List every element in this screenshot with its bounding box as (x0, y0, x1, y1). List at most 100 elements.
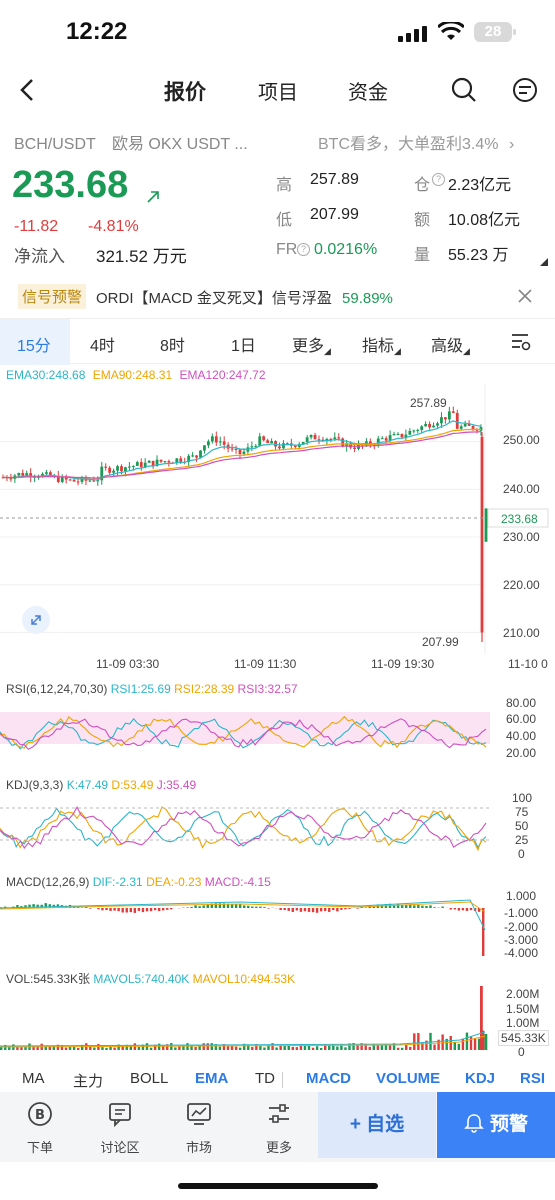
low-marker: 207.99 (422, 635, 459, 649)
search-icon[interactable] (450, 76, 478, 104)
status-bar: 12:22 28 (0, 0, 555, 64)
macd-bar (425, 905, 428, 908)
candle-body (440, 417, 443, 424)
tf-advanced-label: 高级 (431, 338, 464, 355)
chart-settings-icon[interactable] (510, 332, 532, 352)
signal-alert-bar[interactable]: 信号预警 ORDI【MACD 金叉死叉】信号浮盈 59.89% (0, 282, 555, 312)
macd-bar (299, 908, 303, 912)
macd-bar (307, 908, 311, 912)
nav-discussion-label: 讨论区 (100, 1140, 140, 1155)
tab-funds[interactable]: 资金 (348, 76, 388, 105)
fr-value: 0.0216% (314, 241, 378, 258)
macd-panel[interactable] (0, 890, 555, 962)
ind-tab-main[interactable]: 主力 (73, 1070, 103, 1091)
ind-tab-macd[interactable]: MACD (306, 1070, 351, 1087)
macd-bar (267, 908, 270, 909)
rsi3-label: RSI3:32.57 (237, 682, 298, 696)
chat-menu-icon[interactable] (510, 76, 540, 104)
volume-bar (291, 1046, 294, 1050)
tf-8h[interactable]: 8时 (160, 332, 185, 356)
volume-bar (473, 1037, 477, 1050)
macd-bar (89, 908, 92, 909)
status-time: 12:22 (66, 18, 128, 45)
turnover-label: 额 (414, 212, 431, 229)
nav-discussion[interactable]: 讨论区 (92, 1100, 148, 1156)
ind-tab-kdj[interactable]: KDJ (465, 1070, 495, 1087)
ind-tab-td[interactable]: TD (255, 1070, 275, 1087)
volume-bar (194, 1047, 197, 1050)
tf-more[interactable]: 更多◢ (292, 332, 331, 357)
candle-body (480, 436, 484, 633)
ind-tab-rsi[interactable]: RSI (520, 1070, 545, 1087)
macd-bar (170, 908, 173, 910)
tab-project[interactable]: 项目 (258, 76, 298, 105)
ema-line (2, 420, 482, 481)
macd-bar (149, 908, 153, 912)
pair-line[interactable]: BCH/USDT 欧易 OKX USDT ... (14, 130, 248, 154)
tf-indicators-label: 指标 (362, 338, 395, 355)
back-icon[interactable] (18, 78, 38, 102)
candle-body (203, 445, 206, 451)
candle-body (72, 479, 76, 482)
tab-quote[interactable]: 报价 (164, 76, 206, 106)
candle-body (131, 465, 135, 467)
last-price: 233.68 (12, 164, 129, 206)
volume-bar (453, 1041, 456, 1050)
chat-bubble-icon (109, 1103, 131, 1128)
macd-bar (315, 908, 319, 913)
time-axis-label: 11-09 11:30 (234, 657, 297, 671)
volume-panel[interactable] (0, 984, 555, 1054)
candle-body (463, 423, 467, 427)
volume-bar (400, 1047, 404, 1050)
candle-body (108, 467, 112, 473)
macd-legend: MACD(12,26,9) DIF:-2.31 DEA:-0.23 MACD:-… (6, 875, 271, 889)
current-price-tag-text: 233.68 (501, 512, 538, 526)
price-alert-button[interactable]: 预警 (437, 1092, 555, 1158)
candlestick-chart[interactable] (0, 384, 555, 654)
macd-bar (97, 908, 100, 910)
macd-bar (186, 907, 189, 908)
ind-tab-ema[interactable]: EMA (195, 1070, 228, 1087)
kdj-j-label: J:35.49 (156, 778, 197, 792)
news-ticker[interactable]: BTC看多，大单盈利3.4% › (318, 130, 514, 154)
price-axis-label: 210.00 (503, 626, 540, 640)
indicator-tabs: MA 主力 BOLL EMA TD MACD VOLUME KDJ RSI (0, 1066, 555, 1092)
candle-body (17, 472, 21, 476)
rsi-panel[interactable] (0, 698, 555, 768)
volume-bar (413, 1033, 416, 1050)
candle-body (179, 458, 183, 462)
macd-bar (421, 905, 424, 908)
ind-tab-ma[interactable]: MA (22, 1070, 45, 1087)
tf-advanced[interactable]: 高级◢ (431, 332, 470, 357)
help-icon[interactable]: ? (297, 243, 310, 256)
bell-icon (464, 1114, 484, 1133)
macd-bar (482, 908, 485, 956)
fullscreen-button[interactable] (22, 606, 50, 634)
ind-tab-boll[interactable]: BOLL (130, 1070, 168, 1087)
tf-indicators[interactable]: 指标◢ (362, 332, 401, 357)
tf-15m[interactable]: 15分 (17, 332, 51, 356)
candle-body (159, 459, 163, 462)
change-abs: -11.82 (14, 218, 59, 235)
vol-axis-label: 0 (518, 1045, 525, 1059)
tf-1d[interactable]: 1日 (231, 332, 256, 356)
expand-corner-icon[interactable] (540, 258, 548, 266)
close-icon[interactable] (518, 289, 532, 303)
ind-tab-volume[interactable]: VOLUME (376, 1070, 440, 1087)
volume-bar (319, 1047, 323, 1050)
kdj-axis-label: 100 (512, 791, 533, 805)
nav-order[interactable]: B 下单 (12, 1100, 68, 1156)
nav-more[interactable]: 更多 (251, 1100, 307, 1156)
kdj-panel[interactable] (0, 796, 555, 862)
nav-market[interactable]: 市场 (171, 1100, 227, 1156)
nav-market-label: 市场 (185, 1140, 212, 1155)
volume-bar (226, 1046, 230, 1050)
candle-body (214, 436, 218, 443)
news-text: BTC看多，大单盈利3.4% (318, 136, 499, 153)
help-icon[interactable]: ? (432, 173, 445, 186)
candle-body (444, 417, 447, 420)
add-favorite-button[interactable]: + 自选 (318, 1092, 436, 1158)
tf-4h[interactable]: 4时 (90, 332, 115, 356)
macd-bar (247, 905, 250, 908)
candle-body (222, 441, 226, 445)
